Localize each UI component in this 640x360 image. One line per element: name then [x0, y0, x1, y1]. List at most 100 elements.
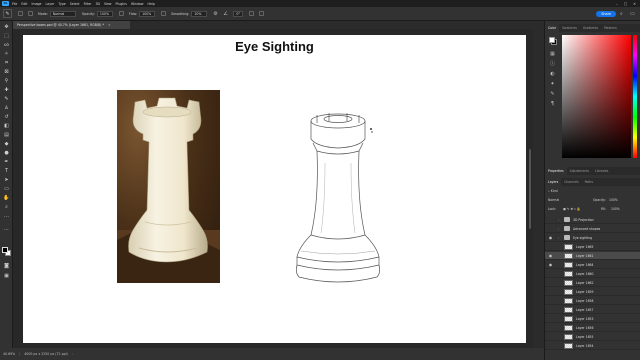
gradient-icon[interactable]: ▤	[3, 132, 10, 139]
opacity-field[interactable]: 100%	[96, 10, 113, 17]
quick-mask-icon[interactable]: ◙	[3, 263, 10, 270]
dodge-icon[interactable]: ●	[3, 150, 10, 157]
libraries-icon[interactable]: ▦	[549, 51, 556, 58]
brush-size-icon[interactable]	[18, 11, 23, 16]
menu-image[interactable]: Image	[32, 2, 42, 6]
layer-row[interactable]: Layer 1653	[545, 315, 640, 323]
quick-select-icon[interactable]: ✧	[3, 51, 10, 58]
eyedropper-icon[interactable]: ⚲	[3, 78, 10, 85]
close-tab-icon[interactable]: ×	[108, 23, 111, 27]
menu-plugins[interactable]: Plugins	[116, 2, 127, 6]
document-tab[interactable]: Perspective boxes.psd @ 40.7% (Layer 166…	[13, 21, 130, 29]
zoom-icon[interactable]: ⌕	[3, 204, 10, 211]
document-workspace[interactable]: Eye Sighting	[13, 29, 533, 348]
canvas[interactable]: Eye Sighting	[23, 35, 526, 343]
lock-icon[interactable]: ▣ ✎ ✥ ⌗ 🔒	[563, 206, 581, 213]
layer-kind-filter[interactable]: Kind	[551, 189, 558, 193]
group-expand-icon[interactable]: ›	[558, 225, 559, 233]
brush-icon[interactable]: ✎	[3, 96, 10, 103]
layer-group-row[interactable]: ◉ › Eye sighting	[545, 234, 640, 242]
screen-mode-icon[interactable]: ▣	[3, 273, 10, 280]
frame-icon[interactable]: ⊠	[3, 69, 10, 76]
layer-row[interactable]: Layer 1660	[545, 270, 640, 278]
layer-row[interactable]: ◉ Layer 1664	[545, 261, 640, 269]
layer-row[interactable]: Layer 1656	[545, 324, 640, 332]
brush-settings-icon[interactable]	[28, 11, 33, 16]
tab-adjustments[interactable]: Adjustments	[567, 167, 592, 175]
zoom-level[interactable]: 40.69%	[3, 352, 15, 356]
crop-icon[interactable]: ⌗	[3, 60, 10, 67]
blend-mode-select[interactable]: Normal	[548, 198, 559, 202]
share-button[interactable]: Share	[596, 10, 616, 17]
flow-field[interactable]: 100%	[139, 10, 156, 17]
workspace-icon[interactable]: ▭	[630, 11, 636, 17]
blur-icon[interactable]: ◆	[3, 141, 10, 148]
layer-row[interactable]: Layer 1659	[545, 288, 640, 296]
fill-field[interactable]: 100%	[611, 206, 620, 213]
type-icon[interactable]: T	[3, 168, 10, 175]
move-icon[interactable]: ✥	[3, 24, 10, 31]
healing-icon[interactable]: ✚	[3, 87, 10, 94]
color-picker-field[interactable]	[562, 35, 631, 158]
lasso-icon[interactable]: ᔕ	[3, 42, 10, 49]
histogram-icon[interactable]: ◐	[549, 71, 556, 78]
info-icon[interactable]: ⓘ	[549, 61, 556, 68]
tab-channels[interactable]: Channels	[561, 178, 581, 186]
tab-paths[interactable]: Paths	[582, 178, 596, 186]
layer-row[interactable]: Layer 1658	[545, 297, 640, 305]
visibility-eye-icon[interactable]: ◉	[548, 234, 553, 242]
menu-edit[interactable]: Edit	[21, 2, 27, 6]
navigator-icon[interactable]: ✦	[549, 81, 556, 88]
group-expand-icon[interactable]: ›	[558, 216, 559, 224]
visibility-eye-icon[interactable]: ◉	[548, 252, 553, 260]
close-icon[interactable]: ✕	[633, 2, 636, 6]
edit-toolbar-icon[interactable]: ⋯	[3, 227, 10, 234]
layer-row[interactable]: Layer 1662	[545, 279, 640, 287]
panel-fg-swatch[interactable]	[549, 37, 555, 43]
tab-color[interactable]: Color	[545, 24, 560, 32]
brush-preset-icon[interactable]: ✎	[3, 9, 12, 18]
foreground-color-swatch[interactable]	[2, 247, 8, 253]
clone-stamp-icon[interactable]: ♙	[3, 105, 10, 112]
menu-select[interactable]: Select	[70, 2, 80, 6]
pen-icon[interactable]: ✒	[3, 159, 10, 166]
tab-libraries[interactable]: Libraries	[592, 167, 611, 175]
maximize-icon[interactable]: □	[624, 2, 627, 6]
smoothing-settings-icon[interactable]: ⚙	[213, 11, 219, 17]
hand-icon[interactable]: ✋	[3, 195, 10, 202]
minimize-icon[interactable]: –	[616, 2, 618, 6]
more-tools-icon[interactable]: …	[3, 213, 10, 220]
layer-row[interactable]: Layer 1657	[545, 306, 640, 314]
eraser-icon[interactable]: ◧	[3, 123, 10, 130]
status-arrow-icon[interactable]: ›	[72, 352, 73, 356]
layer-group-row[interactable]: › Advanced shapes	[545, 225, 640, 233]
airbrush-icon[interactable]	[161, 11, 167, 16]
layer-row[interactable]: Layer 1665	[545, 243, 640, 251]
tab-layers[interactable]: Layers	[545, 178, 562, 186]
path-select-icon[interactable]: ➤	[3, 177, 10, 184]
paragraph-icon[interactable]: ¶	[549, 101, 556, 108]
menu-type[interactable]: Type	[58, 2, 65, 6]
menu-filter[interactable]: Filter	[84, 2, 92, 6]
symmetry-icon[interactable]	[259, 11, 265, 16]
tab-patterns[interactable]: Patterns	[601, 24, 620, 32]
marquee-icon[interactable]: ⬚	[3, 33, 10, 40]
pressure-size-icon[interactable]	[249, 11, 255, 16]
menu-file[interactable]: File	[12, 2, 17, 6]
group-expand-icon[interactable]: ›	[558, 234, 559, 242]
tab-swatches[interactable]: Swatches	[559, 24, 580, 32]
visibility-eye-icon[interactable]: ◉	[548, 261, 553, 269]
pressure-opacity-icon[interactable]	[118, 11, 124, 16]
brushes-icon[interactable]: ✎	[549, 91, 556, 98]
layer-row[interactable]: Layer 1655	[545, 333, 640, 341]
menu-window[interactable]: Window	[131, 2, 144, 6]
tab-gradients[interactable]: Gradients	[580, 24, 601, 32]
smoothing-field[interactable]: 10%	[191, 10, 208, 17]
search-icon[interactable]: ⌕	[620, 11, 626, 17]
layer-row[interactable]: Layer 1654	[545, 342, 640, 350]
hue-slider[interactable]	[633, 35, 637, 158]
menu-help[interactable]: Help	[148, 2, 155, 6]
layer-opacity-field[interactable]: 100%	[609, 197, 618, 204]
angle-field[interactable]: 0°	[233, 10, 244, 17]
layer-row[interactable]: ◉ Layer 1661	[545, 252, 640, 260]
